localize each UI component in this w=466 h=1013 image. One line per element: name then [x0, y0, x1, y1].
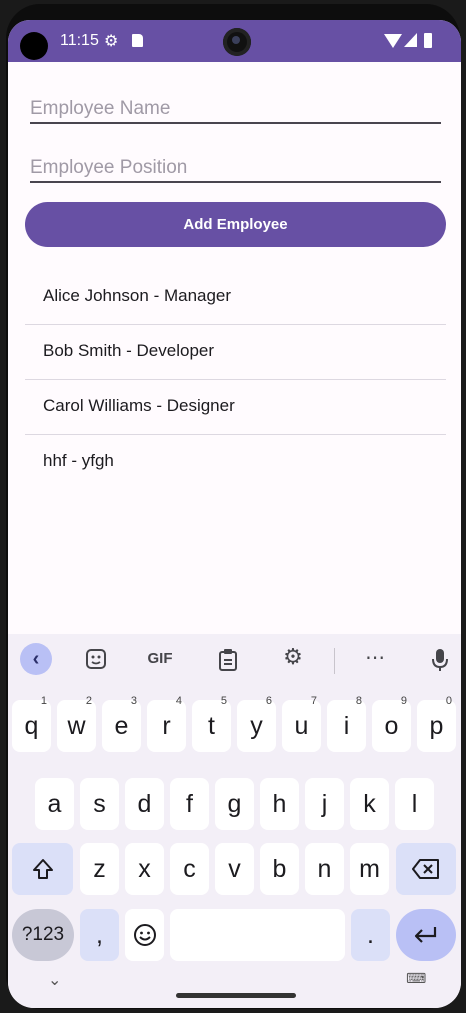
back-chevron-icon[interactable]: ‹ — [20, 643, 52, 675]
battery-icon — [424, 33, 432, 48]
key-f[interactable]: f — [170, 778, 209, 830]
key-r[interactable]: r4 — [147, 695, 186, 752]
key-b[interactable]: b — [260, 843, 299, 895]
gif-button[interactable]: GIF — [140, 650, 180, 680]
employee-list-item[interactable]: Carol Williams - Designer — [25, 380, 446, 435]
employee-position-input[interactable] — [30, 157, 441, 179]
app-screen: 11:15 ⚙ Add Employee Alice Johnson - Man… — [8, 20, 461, 1008]
emoji-key[interactable] — [125, 909, 164, 961]
enter-key[interactable] — [396, 909, 456, 961]
status-time: 11:15 — [60, 32, 99, 49]
key-z[interactable]: z — [80, 843, 119, 895]
sticker-icon[interactable] — [84, 648, 108, 678]
key-e[interactable]: e3 — [102, 695, 141, 752]
key-x[interactable]: x — [125, 843, 164, 895]
shift-key[interactable] — [12, 843, 73, 895]
camera-cutout — [20, 32, 48, 60]
key-p[interactable]: p0 — [417, 695, 456, 752]
employee-list-item[interactable]: Alice Johnson - Manager — [25, 270, 446, 325]
signal-icon — [404, 33, 417, 47]
key-w[interactable]: w2 — [57, 695, 96, 752]
key-n[interactable]: n — [305, 843, 344, 895]
employee-list-item[interactable]: hhf - yfgh — [25, 435, 446, 489]
emoji-icon — [133, 924, 156, 946]
clipboard-icon[interactable] — [216, 648, 240, 678]
employee-name-input[interactable] — [30, 98, 441, 120]
add-employee-button[interactable]: Add Employee — [25, 202, 446, 247]
key-h[interactable]: h — [260, 778, 299, 830]
key-g[interactable]: g — [215, 778, 254, 830]
key-m[interactable]: m — [350, 843, 389, 895]
key-d[interactable]: d — [125, 778, 164, 830]
key-l[interactable]: l — [395, 778, 434, 830]
key-k[interactable]: k — [350, 778, 389, 830]
backspace-key[interactable] — [396, 843, 456, 895]
spacebar[interactable] — [170, 909, 345, 961]
key-j[interactable]: j — [305, 778, 344, 830]
employee-position-field[interactable] — [30, 141, 441, 183]
sd-card-icon — [132, 34, 143, 47]
employee-list-item[interactable]: Bob Smith - Developer — [25, 325, 446, 380]
gear-icon: ⚙ — [104, 33, 119, 50]
keyboard-icon[interactable]: ⌨ — [406, 970, 426, 987]
period-key[interactable]: . — [351, 909, 390, 961]
key-c[interactable]: c — [170, 843, 209, 895]
chevron-down-icon[interactable]: ⌄ — [48, 970, 61, 990]
wifi-icon — [384, 34, 402, 48]
toolbar-divider — [334, 648, 335, 674]
employee-name-field[interactable] — [30, 82, 441, 124]
shift-icon — [32, 859, 53, 879]
key-t[interactable]: t5 — [192, 695, 231, 752]
key-i[interactable]: i8 — [327, 695, 366, 752]
key-s[interactable]: s — [80, 778, 119, 830]
front-camera — [223, 28, 251, 56]
key-q[interactable]: q1 — [12, 695, 51, 752]
soft-keyboard: ‹ GIF ⚙ ⋯ q1 w2 e3 r4 t5 y6 u7 i8 o9 p0 … — [8, 634, 461, 1008]
comma-key[interactable]: , — [80, 909, 119, 961]
key-o[interactable]: o9 — [372, 695, 411, 752]
enter-icon — [414, 927, 437, 943]
symbols-key[interactable]: ?123 — [12, 909, 74, 961]
key-u[interactable]: u7 — [282, 695, 321, 752]
key-a[interactable]: a — [35, 778, 74, 830]
backspace-icon — [412, 859, 439, 879]
gesture-bar[interactable] — [176, 993, 296, 998]
employee-list: Alice Johnson - Manager Bob Smith - Deve… — [25, 270, 446, 489]
more-button[interactable]: ⋯ — [362, 645, 388, 675]
settings-icon[interactable]: ⚙ — [280, 644, 306, 674]
key-v[interactable]: v — [215, 843, 254, 895]
status-bar: 11:15 ⚙ — [8, 20, 461, 62]
key-y[interactable]: y6 — [237, 695, 276, 752]
mic-icon[interactable] — [430, 648, 450, 678]
